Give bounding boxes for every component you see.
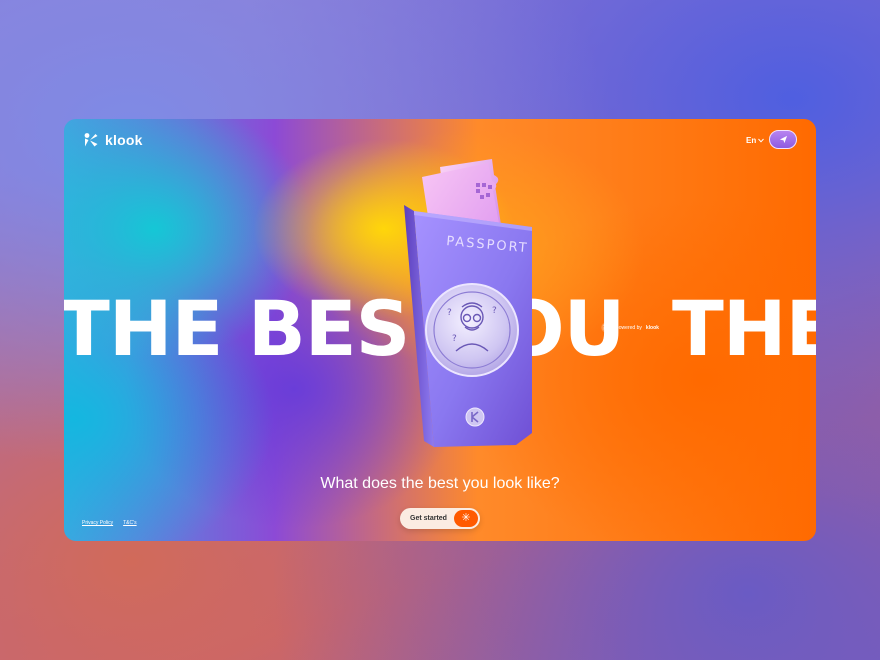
brand-name: klook [105, 132, 143, 148]
hero-card: klook En THE BES OU THE powered by klook [64, 119, 816, 541]
powered-by-text: powered by [616, 324, 642, 331]
privacy-policy-link[interactable]: Privacy Policy [82, 520, 113, 526]
passport-illustration: PASSPORT ??? [404, 159, 532, 447]
paper-plane-icon [779, 135, 787, 144]
klook-logo[interactable]: klook [82, 131, 143, 149]
asterisk-icon: ✳ [454, 510, 478, 527]
chevron-down-icon [758, 138, 765, 143]
svg-text:?: ? [492, 306, 497, 316]
hero-question: What does the best you look like? [320, 475, 560, 492]
get-started-button[interactable]: Get started ✳ [400, 508, 480, 529]
svg-text:?: ? [447, 308, 452, 318]
klook-logo-icon [84, 133, 98, 147]
plane-button[interactable] [769, 130, 797, 149]
svg-text:?: ? [452, 334, 457, 344]
footer-links: Privacy Policy T&C's [82, 520, 137, 526]
passport-logo-icon [465, 407, 485, 427]
marquee-text-right: THE [672, 284, 816, 373]
powered-by-badge: powered by klook [601, 322, 659, 333]
get-started-label: Get started [410, 515, 447, 522]
powered-by-brand: klook [645, 324, 659, 331]
terms-link[interactable]: T&C's [123, 520, 136, 526]
language-label: En [746, 136, 757, 145]
language-selector[interactable]: En [746, 136, 765, 145]
klook-mini-logo-icon [601, 322, 612, 333]
